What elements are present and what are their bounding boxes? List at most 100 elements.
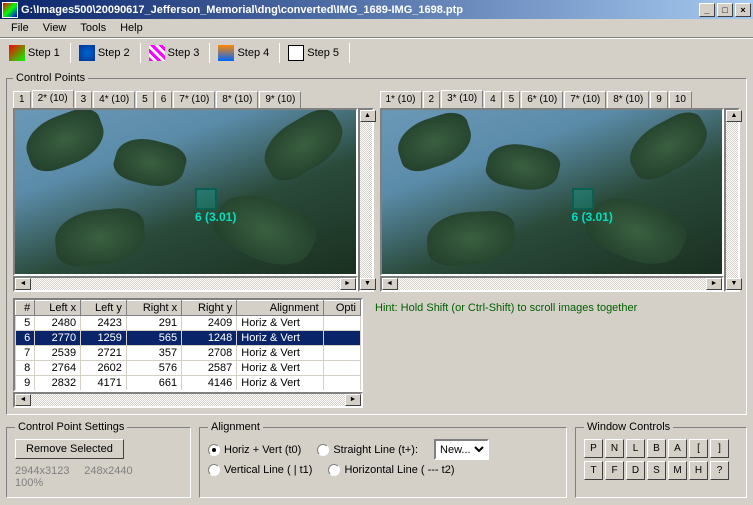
control-points-table[interactable]: #Left xLeft yRight xRight yAlignmentOpti… <box>13 298 363 392</box>
right-v-scrollbar[interactable]: ▲▼ <box>724 108 740 292</box>
step4-icon <box>218 45 234 61</box>
window-control-button[interactable]: L <box>626 439 645 458</box>
window-controls-group: Window Controls PNLBA[] TFDSMH? <box>575 421 747 498</box>
image-tab[interactable]: 7* (10) <box>173 91 215 109</box>
step-4-button[interactable]: Step 4 <box>213 42 274 64</box>
step-3-button[interactable]: Step 3 <box>144 42 205 64</box>
step-toolbar: Step 1 Step 2 Step 3 Step 4 Step 5 <box>0 38 753 66</box>
menu-file[interactable]: File <box>4 20 36 36</box>
column-header[interactable]: Alignment <box>237 301 323 316</box>
bottom-panels: Control Point Settings Remove Selected 2… <box>6 421 747 498</box>
table-row[interactable]: 9283241716614146Horiz & Vert <box>16 376 361 391</box>
right-image-viewport[interactable]: 6 (3.01) <box>380 108 725 276</box>
control-point-label: 6 (3.01) <box>195 210 236 224</box>
menu-tools[interactable]: Tools <box>73 20 113 36</box>
window-controls-row1: PNLBA[] <box>584 439 738 458</box>
control-point-marker[interactable] <box>195 188 217 210</box>
window-control-button[interactable]: N <box>605 439 624 458</box>
left-image-viewport[interactable]: 6 (3.01) <box>13 108 358 276</box>
control-point-marker[interactable] <box>572 188 594 210</box>
right-h-scrollbar[interactable]: ◄► <box>380 276 725 292</box>
image-tab[interactable]: 2* (10) <box>32 90 74 108</box>
step-2-button[interactable]: Step 2 <box>74 42 135 64</box>
dimension-info: 2944x3123 248x2440 100% <box>15 465 182 489</box>
table-row[interactable]: 6277012595651248Horiz & Vert <box>16 331 361 346</box>
image-tab[interactable]: 3* (10) <box>441 90 483 108</box>
window-control-button[interactable]: F <box>605 461 624 480</box>
client-area: Control Points 12* (10)34* (10)567* (10)… <box>0 66 753 504</box>
right-dimensions: 248x2440 <box>84 465 132 477</box>
step-5-button[interactable]: Step 5 <box>283 42 344 64</box>
lower-area: #Left xLeft yRight xRight yAlignmentOpti… <box>13 298 740 408</box>
column-header[interactable]: Right y <box>182 301 237 316</box>
right-pane: 1* (10)23* (10)456* (10)7* (10)8* (10)91… <box>380 90 741 292</box>
image-tab[interactable]: 1 <box>13 91 31 109</box>
step5-icon <box>288 45 304 61</box>
window-control-button[interactable]: D <box>626 461 645 480</box>
step1-icon <box>9 45 25 61</box>
image-tab[interactable]: 9 <box>650 91 668 109</box>
window-control-button[interactable]: T <box>584 461 603 480</box>
image-tab[interactable]: 2 <box>423 91 441 109</box>
zoom-level: 100% <box>15 477 43 489</box>
column-header[interactable]: Opti <box>323 301 360 316</box>
radio-horizontal-line[interactable]: Horizontal Line ( --- t2) <box>328 464 454 476</box>
window-control-button[interactable]: A <box>668 439 687 458</box>
window-control-button[interactable]: H <box>689 461 708 480</box>
window-control-button[interactable]: M <box>668 461 687 480</box>
maximize-button[interactable]: □ <box>717 3 733 17</box>
left-h-scrollbar[interactable]: ◄► <box>13 276 358 292</box>
menu-bar: File View Tools Help <box>0 19 753 38</box>
remove-selected-button[interactable]: Remove Selected <box>15 439 124 459</box>
control-points-legend: Control Points <box>13 72 88 84</box>
control-point-settings-group: Control Point Settings Remove Selected 2… <box>6 421 191 498</box>
straight-line-combo[interactable]: New... <box>434 439 489 460</box>
left-image-tabs: 12* (10)34* (10)567* (10)8* (10)9* (10) <box>13 90 374 108</box>
table-row[interactable]: 5248024232912409Horiz & Vert <box>16 316 361 331</box>
image-tab[interactable]: 4* (10) <box>93 91 135 109</box>
step2-icon <box>79 45 95 61</box>
image-tab[interactable]: 5 <box>503 91 521 109</box>
menu-view[interactable]: View <box>36 20 74 36</box>
image-tab[interactable]: 3 <box>75 91 93 109</box>
table-h-scrollbar[interactable]: ◄► <box>13 392 363 408</box>
radio-vertical-line[interactable]: Vertical Line ( | t1) <box>208 464 312 476</box>
window-control-button[interactable]: ? <box>710 461 729 480</box>
menu-help[interactable]: Help <box>113 20 150 36</box>
close-button[interactable]: × <box>735 3 751 17</box>
table-row[interactable]: 7253927213572708Horiz & Vert <box>16 346 361 361</box>
column-header[interactable]: Right x <box>126 301 181 316</box>
window-control-button[interactable]: P <box>584 439 603 458</box>
window-control-button[interactable]: B <box>647 439 666 458</box>
image-tab[interactable]: 6 <box>155 91 173 109</box>
right-image-tabs: 1* (10)23* (10)456* (10)7* (10)8* (10)91… <box>380 90 741 108</box>
window-control-button[interactable]: [ <box>689 439 708 458</box>
table-row[interactable]: 8276426025762587Horiz & Vert <box>16 361 361 376</box>
step-1-button[interactable]: Step 1 <box>4 42 65 64</box>
alignment-group: Alignment Horiz + Vert (t0) Straight Lin… <box>199 421 567 498</box>
column-header[interactable]: Left x <box>35 301 81 316</box>
window-title: G:\Images500\20090617_Jefferson_Memorial… <box>21 4 697 16</box>
left-v-scrollbar[interactable]: ▲▼ <box>358 108 374 292</box>
control-points-group: Control Points 12* (10)34* (10)567* (10)… <box>6 72 747 415</box>
image-tab[interactable]: 9* (10) <box>259 91 301 109</box>
left-dimensions: 2944x3123 <box>15 465 69 477</box>
minimize-button[interactable]: _ <box>699 3 715 17</box>
window-control-button[interactable]: ] <box>710 439 729 458</box>
app-icon <box>2 2 18 18</box>
image-tab[interactable]: 1* (10) <box>380 91 422 109</box>
radio-horiz-vert[interactable]: Horiz + Vert (t0) <box>208 444 301 456</box>
image-tab[interactable]: 7* (10) <box>564 91 606 109</box>
image-tab[interactable]: 4 <box>484 91 502 109</box>
column-header[interactable]: # <box>16 301 35 316</box>
image-tab[interactable]: 5 <box>136 91 154 109</box>
column-header[interactable]: Left y <box>81 301 127 316</box>
image-tab[interactable]: 6* (10) <box>521 91 563 109</box>
image-tab[interactable]: 8* (10) <box>216 91 258 109</box>
image-tab[interactable]: 8* (10) <box>607 91 649 109</box>
image-tab[interactable]: 10 <box>669 91 692 109</box>
radio-straight-line[interactable]: Straight Line (t+): <box>317 444 418 456</box>
window-control-button[interactable]: S <box>647 461 666 480</box>
left-pane: 12* (10)34* (10)567* (10)8* (10)9* (10) … <box>13 90 374 292</box>
step3-icon <box>149 45 165 61</box>
